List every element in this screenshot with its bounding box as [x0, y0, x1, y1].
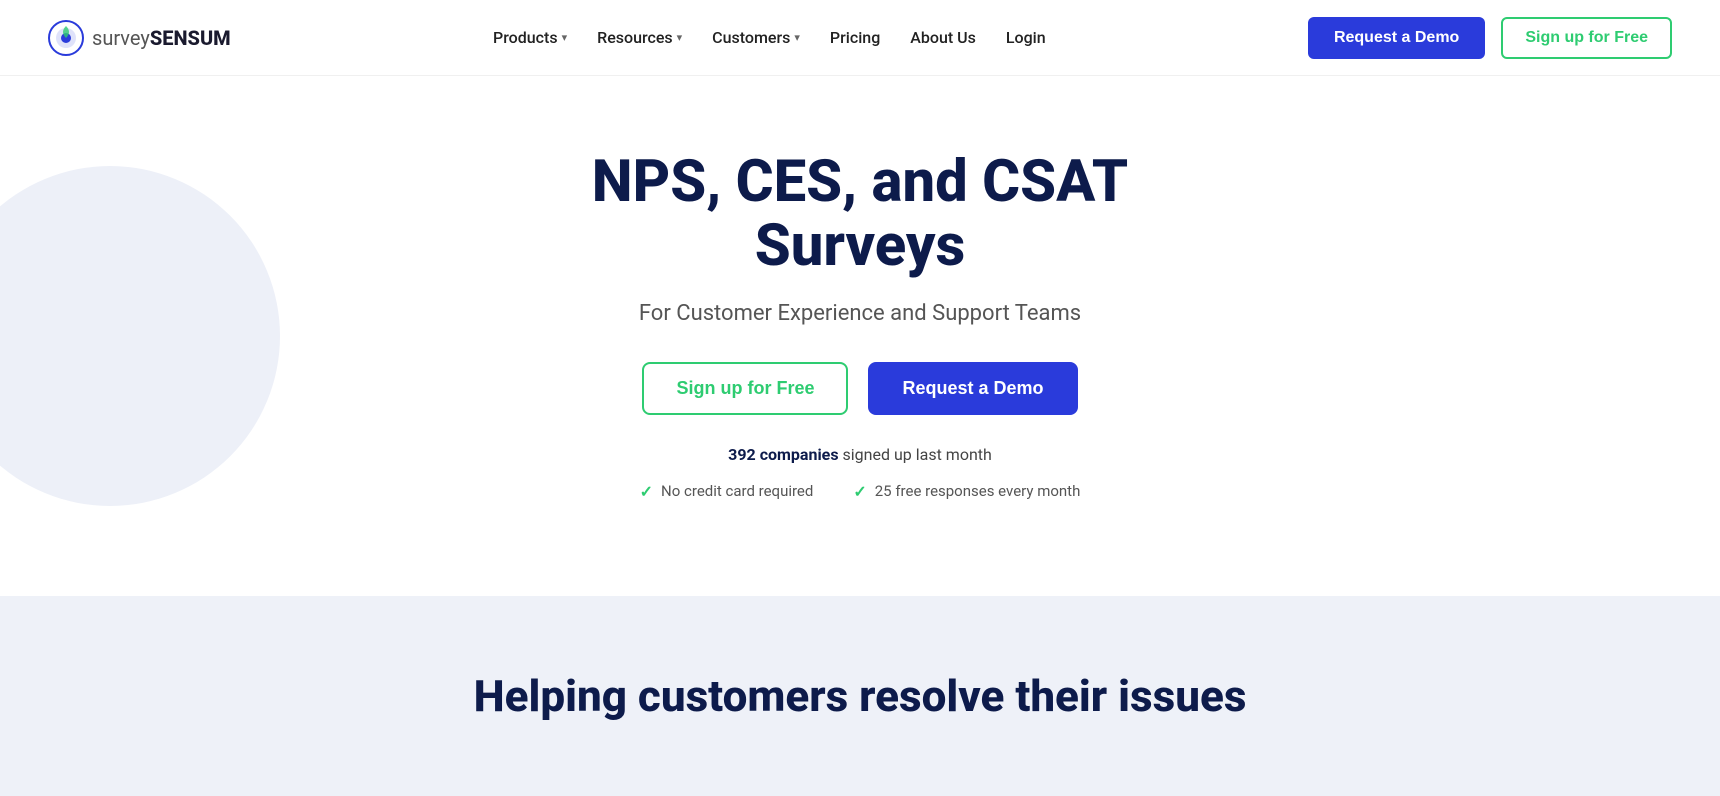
hero-social-proof: 392 companies signed up last month [500, 445, 1220, 464]
hero-circle-decoration [0, 166, 280, 506]
hero-subtitle: For Customer Experience and Support Team… [500, 301, 1220, 326]
logo-icon [48, 20, 84, 56]
hero-content: NPS, CES, and CSAT Surveys For Customer … [500, 151, 1220, 501]
check-free-responses: ✓ 25 free responses every month [853, 482, 1080, 501]
lower-section: Helping customers resolve their issues [0, 596, 1720, 796]
nav-request-demo-button[interactable]: Request a Demo [1308, 17, 1485, 59]
nav-item-about[interactable]: About Us [898, 20, 988, 55]
lower-title: Helping customers resolve their issues [474, 670, 1247, 722]
checkmark-icon: ✓ [640, 482, 653, 501]
checkmark-icon: ✓ [853, 482, 866, 501]
nav-item-resources[interactable]: Resources ▾ [585, 20, 694, 55]
nav-item-customers[interactable]: Customers ▾ [700, 20, 812, 55]
hero-buttons: Sign up for Free Request a Demo [500, 362, 1220, 415]
hero-title: NPS, CES, and CSAT Surveys [500, 151, 1220, 279]
navbar: surveySENSUM Products ▾ Resources ▾ Cust… [0, 0, 1720, 76]
check-no-credit-card: ✓ No credit card required [640, 482, 814, 501]
logo[interactable]: surveySENSUM [48, 20, 231, 56]
nav-signup-button[interactable]: Sign up for Free [1501, 17, 1672, 59]
hero-trust-items: ✓ No credit card required ✓ 25 free resp… [500, 482, 1220, 501]
hero-section: NPS, CES, and CSAT Surveys For Customer … [0, 76, 1720, 596]
logo-text: surveySENSUM [92, 26, 231, 50]
hero-demo-button[interactable]: Request a Demo [868, 362, 1077, 415]
nav-item-products[interactable]: Products ▾ [481, 20, 579, 55]
hero-signup-button[interactable]: Sign up for Free [642, 362, 848, 415]
nav-actions: Request a Demo Sign up for Free [1308, 17, 1672, 59]
nav-item-login[interactable]: Login [994, 20, 1058, 55]
chevron-down-icon: ▾ [677, 31, 683, 44]
nav-item-pricing[interactable]: Pricing [818, 20, 892, 55]
chevron-down-icon: ▾ [562, 31, 568, 44]
chevron-down-icon: ▾ [794, 31, 800, 44]
nav-links: Products ▾ Resources ▾ Customers ▾ Prici… [481, 20, 1058, 55]
